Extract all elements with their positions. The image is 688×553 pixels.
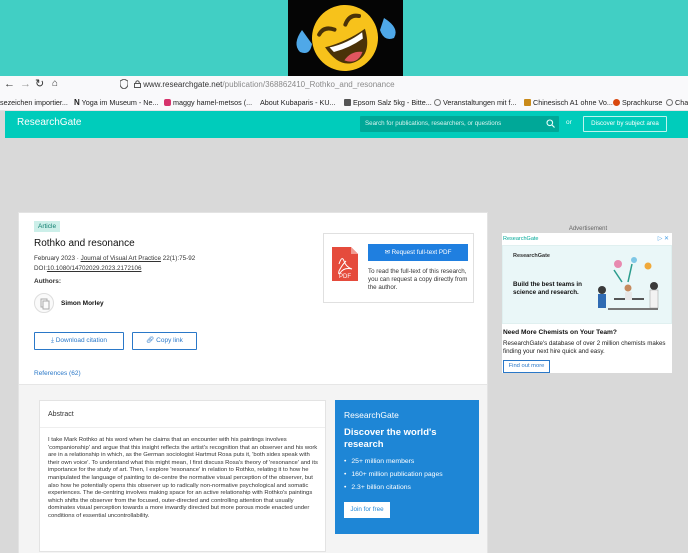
promo-logo: ResearchGate [344,410,399,420]
home-icon[interactable]: ⌂ [52,77,58,91]
mail-icon: ✉ [384,249,390,256]
ad-banner[interactable]: ResearchGate Build the best teams in sci… [502,245,672,324]
bookmark-icon [344,99,351,106]
researchgate-logo[interactable]: ResearchGate [17,117,81,128]
copy-link-button[interactable]: 🔗︎ Copy link [132,332,197,350]
bookmark-item[interactable]: N Yoga im Museum - Ne... [74,95,159,110]
scientists-illustration-icon [598,257,659,310]
bookmark-item[interactable]: maggy hamel-metsos (... [164,95,252,110]
discover-button[interactable]: Discover by subject area [583,116,667,132]
top-banner [0,0,688,76]
bookmark-item[interactable]: Epsom Salz 5kg - Bitte... [344,95,432,110]
authors-label: Authors: [34,278,62,285]
shield-icon [120,79,128,89]
author-avatar-icon [40,298,50,310]
ad-description: ResearchGate's database of over 2 millio… [503,340,666,355]
bookmark-item[interactable]: Veranstaltungen mit f... [434,95,517,110]
pdf-file-icon: PDF [332,247,358,281]
link-icon: 🔗︎ [146,337,155,344]
or-label: or [566,119,572,126]
search-icon[interactable] [546,119,555,128]
article-card: Article Rothko and resonance February 20… [18,212,488,553]
download-citation-button[interactable]: ⤓ Download citation [34,332,124,350]
bookmark-item[interactable]: About Kubaparis - KU... [260,95,336,110]
article-doi: DOI:10.1080/14702029.2023.2172106 [34,265,142,272]
n-logo-icon: N [74,98,80,107]
bookmark-item[interactable]: sezeichen importier... [0,95,68,110]
search-placeholder: Search for publications, researchers, or… [365,120,502,127]
globe-icon [666,99,673,106]
promo-stats: 25+ million members 160+ million publica… [344,458,443,497]
forward-arrow-icon[interactable]: → [20,77,31,91]
list-item: 25+ million members [344,458,443,471]
browser-nav-row: ← → ↻ ⌂ www.researchgate.net/publication… [0,76,688,93]
abstract-text: I take Mark Rothko at his word when he c… [48,437,318,519]
globe-icon [434,99,441,106]
promo-heading: Discover the world's research [344,427,437,450]
site-header: ResearchGate Search for publications, re… [5,111,688,138]
reload-icon[interactable]: ↻ [35,77,44,91]
bookmarks-bar: sezeichen importier... N Yoga im Museum … [0,95,688,110]
instagram-icon [164,99,171,106]
avatar[interactable] [34,293,54,313]
advertisement-label: Advertisement [568,226,608,232]
ad-banner-logo: ResearchGate [513,253,550,259]
divider [40,427,325,428]
ad-info-icon[interactable]: ▷ ✕ [658,235,669,242]
back-arrow-icon[interactable]: ← [4,77,15,91]
list-item: 2.3+ billion citations [344,484,443,497]
bookmark-item[interactable]: Chinesisch A1 ohne Vo... [524,95,613,110]
journal-link[interactable]: Journal of Visual Art Practice [81,255,161,262]
article-meta: February 2023 · Journal of Visual Art Pr… [34,255,196,262]
svg-text:PDF: PDF [339,274,351,280]
find-out-more-button[interactable]: Find out more [503,360,550,373]
address-bar[interactable]: www.researchgate.net/publication/3688624… [134,77,634,92]
bookmark-icon [613,99,620,106]
abstract-heading: Abstract [48,411,74,418]
laughing-emoji-icon [288,0,403,76]
article-title: Rothko and resonance [34,238,135,249]
url-path: /publication/368862410_Rothko_and_resona… [222,80,395,89]
ad-source: ResearchGate [503,236,539,242]
ad-banner-text: Build the best teams in science and rese… [513,281,582,296]
abstract-panel: Abstract I take Mark Rothko at his word … [39,400,326,552]
lock-icon [134,80,141,88]
bookmark-item[interactable]: Chan [666,95,688,110]
browser-chrome: ← → ↻ ⌂ www.researchgate.net/publication… [0,76,688,111]
request-description: To read the full-text of this research, … [368,268,468,291]
advertisement[interactable]: ResearchGate ▷ ✕ ResearchGate Build the … [502,233,672,373]
search-input[interactable]: Search for publications, researchers, or… [360,116,559,132]
references-tab[interactable]: References (62) [34,370,81,377]
download-icon: ⤓ [51,337,54,344]
join-for-free-button[interactable]: Join for free [344,502,390,518]
promo-panel: ResearchGate Discover the world's resear… [335,400,479,534]
article-badge: Article [34,221,61,232]
request-fulltext-box: PDF ✉ Request full-text PDF To read the … [323,233,474,303]
list-item: 160+ million publication pages [344,471,442,484]
author-name[interactable]: Simon Morley [61,300,104,307]
request-fulltext-button[interactable]: ✉ Request full-text PDF [368,244,468,261]
doi-link[interactable]: 10.1080/14702029.2023.2172106 [47,265,142,272]
bookmark-icon [524,99,531,106]
bookmark-item[interactable]: Sprachkurse [613,95,662,110]
ad-headline[interactable]: Need More Chemists on Your Team? [503,329,617,336]
url-host: www.researchgate.net [143,80,223,89]
